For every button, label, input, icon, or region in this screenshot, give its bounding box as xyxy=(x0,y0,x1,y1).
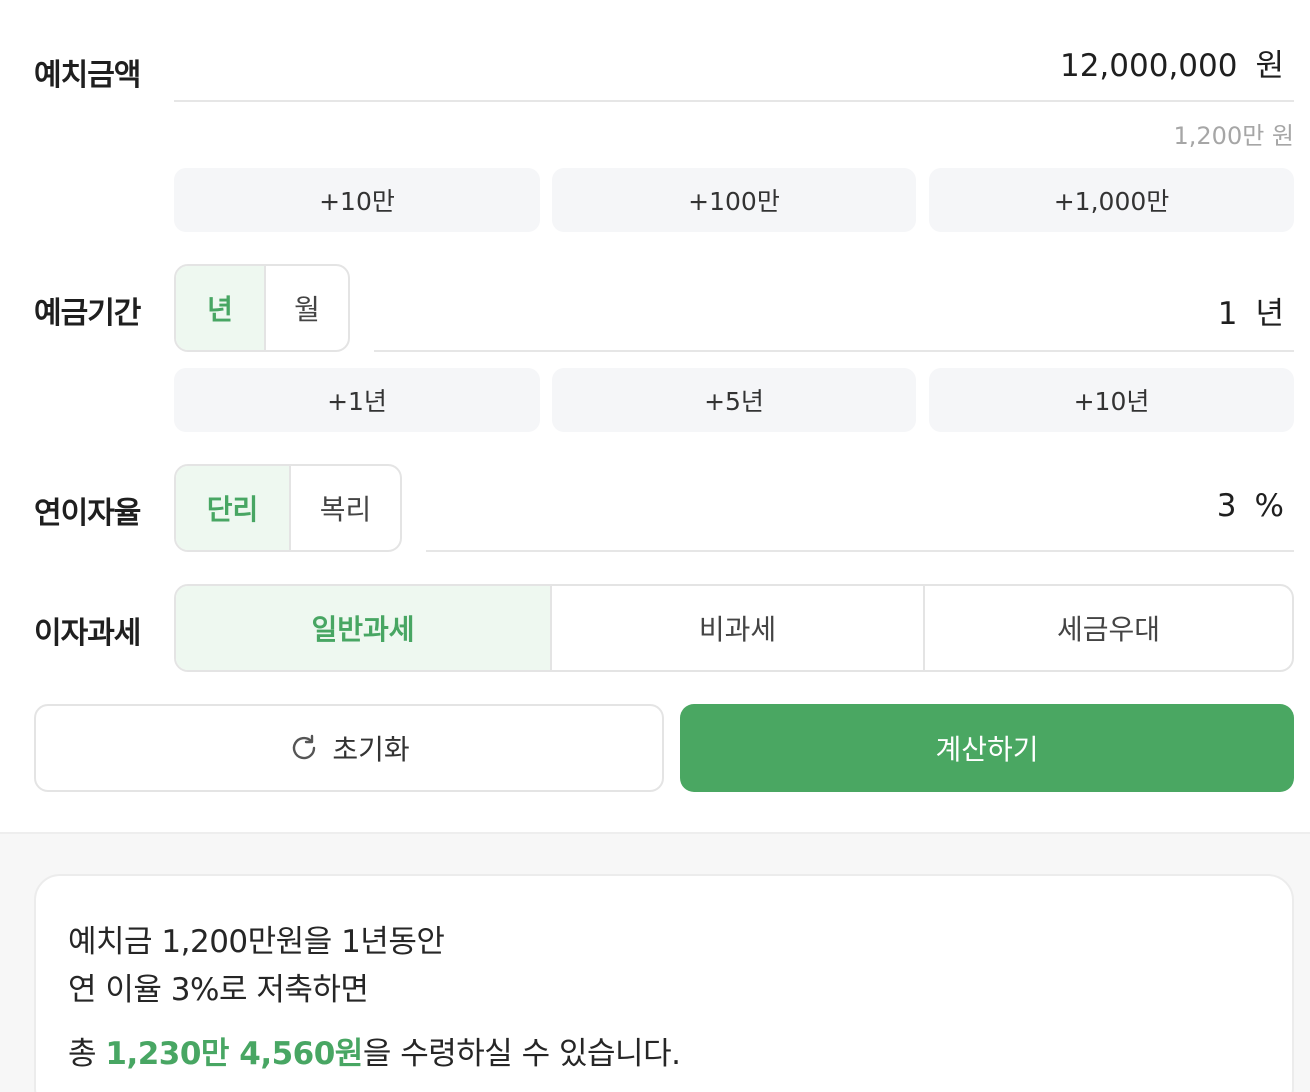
tax-option-preferential[interactable]: 세금우대 xyxy=(923,586,1292,670)
result-suffix: 을 수령하실 수 있습니다. xyxy=(362,1036,681,1072)
tax-type-selector: 일반과세 비과세 세금우대 xyxy=(174,584,1294,672)
add-10-year-button[interactable]: +10년 xyxy=(929,368,1294,432)
rate-value: 3 xyxy=(1216,488,1237,524)
result-card: 예치금 1,200만원을 1년동안 연 이율 3%로 저축하면 총 1,230만… xyxy=(34,874,1294,1092)
refresh-icon xyxy=(293,734,316,760)
deposit-label: 예치금액 xyxy=(34,58,141,93)
reset-label: 초기화 xyxy=(332,733,410,766)
period-unit-year[interactable]: 년 xyxy=(176,266,264,350)
deposit-helper-text: 1,200만 원 xyxy=(1173,122,1295,150)
tax-label: 이자과세 xyxy=(34,616,141,651)
period-field[interactable]: 1년 xyxy=(374,264,1294,352)
add-10m-button[interactable]: +1,000만 xyxy=(929,168,1294,232)
add-100k-button[interactable]: +10만 xyxy=(174,168,540,232)
result-total-amount: 1,230만 4,560원 xyxy=(105,1036,363,1072)
tax-option-general[interactable]: 일반과세 xyxy=(176,586,550,670)
period-value: 1 xyxy=(1217,296,1238,332)
add-1-year-button[interactable]: +1년 xyxy=(174,368,540,432)
add-5-year-button[interactable]: +5년 xyxy=(552,368,916,432)
calculate-button[interactable]: 계산하기 xyxy=(680,704,1294,792)
result-line-2: 연 이율 3%로 저축하면 xyxy=(68,972,369,1008)
rate-unit: % xyxy=(1254,488,1284,524)
reset-button[interactable]: 초기화 xyxy=(34,704,664,792)
tax-option-exempt[interactable]: 비과세 xyxy=(550,586,923,670)
rate-field[interactable]: 3% xyxy=(426,464,1294,552)
calculate-label: 계산하기 xyxy=(935,733,1039,766)
rate-type-simple[interactable]: 단리 xyxy=(176,466,289,550)
rate-type-compound[interactable]: 복리 xyxy=(289,466,400,550)
period-unit-toggle: 년 월 xyxy=(174,264,350,352)
result-line-1: 예치금 1,200만원을 1년동안 xyxy=(68,924,445,960)
rate-display: 3% xyxy=(1217,488,1284,524)
result-prefix: 총 xyxy=(68,1036,106,1072)
period-display: 1년 xyxy=(1218,288,1284,333)
period-label: 예금기간 xyxy=(34,296,141,331)
period-unit-month[interactable]: 월 xyxy=(264,266,348,350)
deposit-unit: 원 xyxy=(1255,48,1284,84)
period-unit: 년 xyxy=(1255,296,1284,332)
deposit-amount-value: 12,000,000 xyxy=(1059,48,1238,84)
deposit-amount-field[interactable]: 12,000,000 원 xyxy=(174,20,1294,102)
deposit-amount-display: 12,000,000 원 xyxy=(1060,40,1284,85)
rate-label: 연이자율 xyxy=(34,496,141,531)
result-summary: 총 1,230만 4,560원을 수령하실 수 있습니다. xyxy=(68,1028,681,1073)
rate-type-toggle: 단리 복리 xyxy=(174,464,402,552)
add-1m-button[interactable]: +100만 xyxy=(552,168,916,232)
